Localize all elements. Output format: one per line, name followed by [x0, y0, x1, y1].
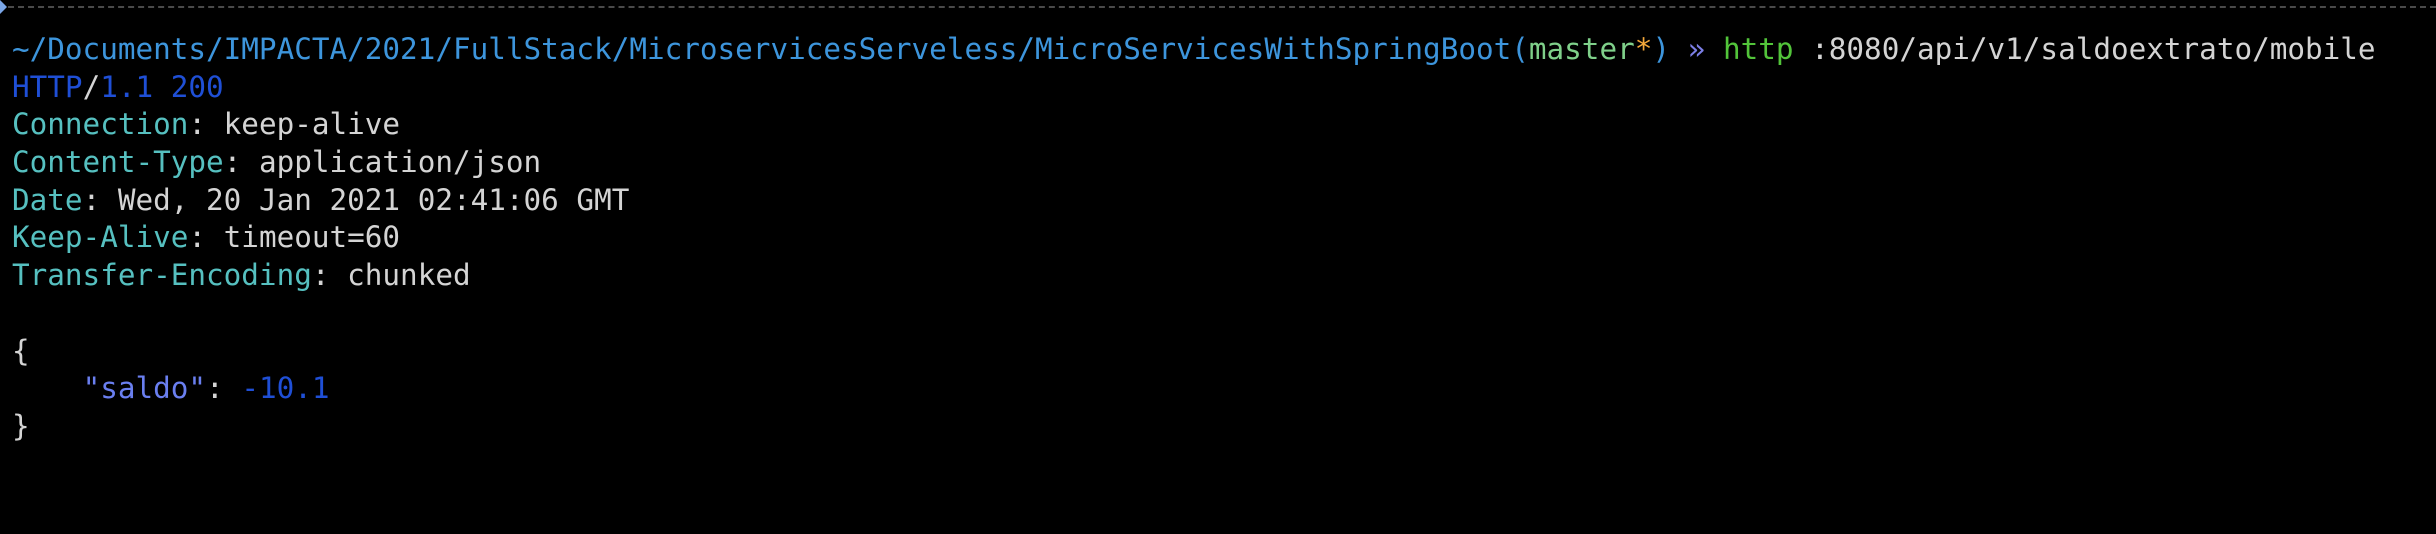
status-code: 1.1 200 [100, 69, 224, 104]
header-value: Wed, 20 Jan 2021 02:41:06 GMT [117, 182, 630, 217]
json-value: -10.1 [241, 371, 330, 406]
brace-close: } [12, 408, 30, 443]
status-line: HTTP/1.1 200 [12, 69, 224, 104]
json-close: } [12, 408, 2376, 446]
dirty-marker: * [1634, 32, 1653, 66]
header-name: Date [12, 182, 83, 217]
header-name: Connection [12, 107, 189, 142]
header-name: Content-Type [12, 145, 224, 180]
header-line: Connection: keep-alive [12, 107, 401, 142]
prompt-arrow: » [1687, 32, 1706, 66]
dashed-divider [8, 6, 2436, 8]
header-value: chunked [347, 258, 471, 293]
header-value: application/json [258, 145, 542, 180]
header-value: keep-alive [223, 107, 401, 142]
json-entry: "saldo": -10.1 [82, 371, 330, 406]
command-line: ~/Documents/IMPACTA/2021/FullStack/Micro… [12, 32, 2376, 66]
brace-open: { [12, 333, 30, 368]
prompt-separator [0, 0, 2436, 14]
git-branch: master [1528, 32, 1635, 66]
header-line: Transfer-Encoding: chunked [12, 258, 471, 293]
command-args: :8080/api/v1/saldoextrato/mobile [1811, 32, 2376, 66]
protocol: HTTP [12, 69, 83, 104]
prompt-marker-icon [0, 0, 7, 14]
cwd-path: ~/Documents/IMPACTA/2021/FullStack/Micro… [12, 32, 1512, 66]
json-open: { [12, 333, 2376, 371]
header-name: Keep-Alive [12, 220, 189, 255]
json-key: "saldo" [82, 371, 207, 406]
terminal-output[interactable]: ~/Documents/IMPACTA/2021/FullStack/Micro… [12, 31, 2376, 446]
header-value: timeout=60 [223, 220, 401, 255]
header-line: Keep-Alive: timeout=60 [12, 220, 401, 255]
header-line: Content-Type: application/json [12, 145, 542, 180]
header-line: Date: Wed, 20 Jan 2021 02:41:06 GMT [12, 182, 630, 217]
command: http [1722, 32, 1794, 66]
header-name: Transfer-Encoding [12, 258, 312, 293]
